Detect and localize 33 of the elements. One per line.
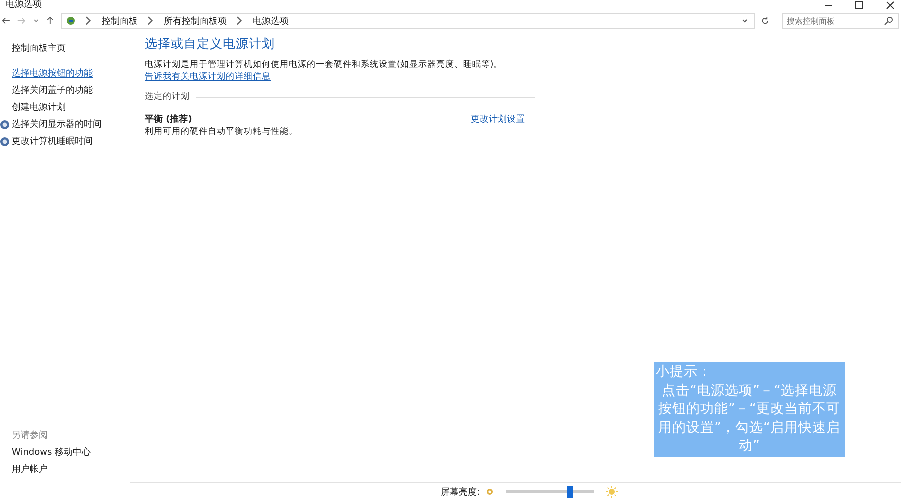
maximize-icon[interactable]: [855, 1, 864, 10]
sidebar-link[interactable]: 选择关闭盖子的功能: [12, 82, 130, 99]
sidebar-link[interactable]: 用户帐户: [12, 461, 130, 478]
back-arrow-icon[interactable]: [2, 16, 11, 26]
sidebar-link[interactable]: 选择电源按钮的功能: [12, 65, 130, 82]
sidebar-link[interactable]: 控制面板主页: [12, 40, 130, 57]
slider-thumb[interactable]: [567, 486, 574, 498]
sidebar-link[interactable]: Windows 移动中心: [12, 444, 130, 461]
section-label: 选定的计划: [145, 91, 190, 103]
tip-text: 点击“电源选项”－“选择电源按钮的功能”－“更改当前不可用的设置”，勾选“启用快速启动”: [658, 382, 842, 456]
sidebar-link[interactable]: 创建电源计划: [12, 99, 130, 116]
up-arrow-icon[interactable]: [46, 16, 56, 26]
breadcrumb[interactable]: 所有控制面板项: [164, 14, 228, 28]
close-icon[interactable]: [886, 1, 895, 10]
plan-name: 平衡 (推荐): [145, 113, 194, 126]
search-icon: [884, 16, 894, 26]
plan-description: 利用可用的硬件自动平衡功耗与性能。: [145, 126, 298, 138]
change-plan-link[interactable]: 更改计划设置: [471, 113, 525, 126]
bright-sun-icon: [606, 486, 618, 498]
search-field[interactable]: 搜索控制面板: [782, 13, 899, 29]
dim-sun-icon: [486, 488, 494, 496]
sidebar-link[interactable]: 选择关闭显示器的时间: [0, 116, 130, 133]
see-also-heading: 另请参阅: [12, 430, 49, 443]
sidebar-link[interactable]: 更改计算机睡眠时间: [0, 133, 130, 150]
page-heading: 选择或自定义电源计划: [145, 36, 276, 53]
address-bar[interactable]: 控制面板 所有控制面板项 电源选项: [61, 13, 756, 29]
refresh-icon[interactable]: [761, 16, 770, 26]
help-link[interactable]: 告诉我有关电源计划的详细信息: [145, 72, 271, 82]
brightness-label: 屏幕亮度:: [441, 486, 480, 498]
breadcrumb[interactable]: 控制面板: [102, 14, 138, 28]
tip-title: 小提示：: [656, 363, 713, 382]
description-text: 电源计划是用于管理计算机如何使用电源的一套硬件和系统设置(如显示器亮度、睡眠等)。 告诉我有关电源计划的详细信息: [145, 59, 504, 83]
breadcrumb[interactable]: 电源选项: [253, 14, 290, 28]
